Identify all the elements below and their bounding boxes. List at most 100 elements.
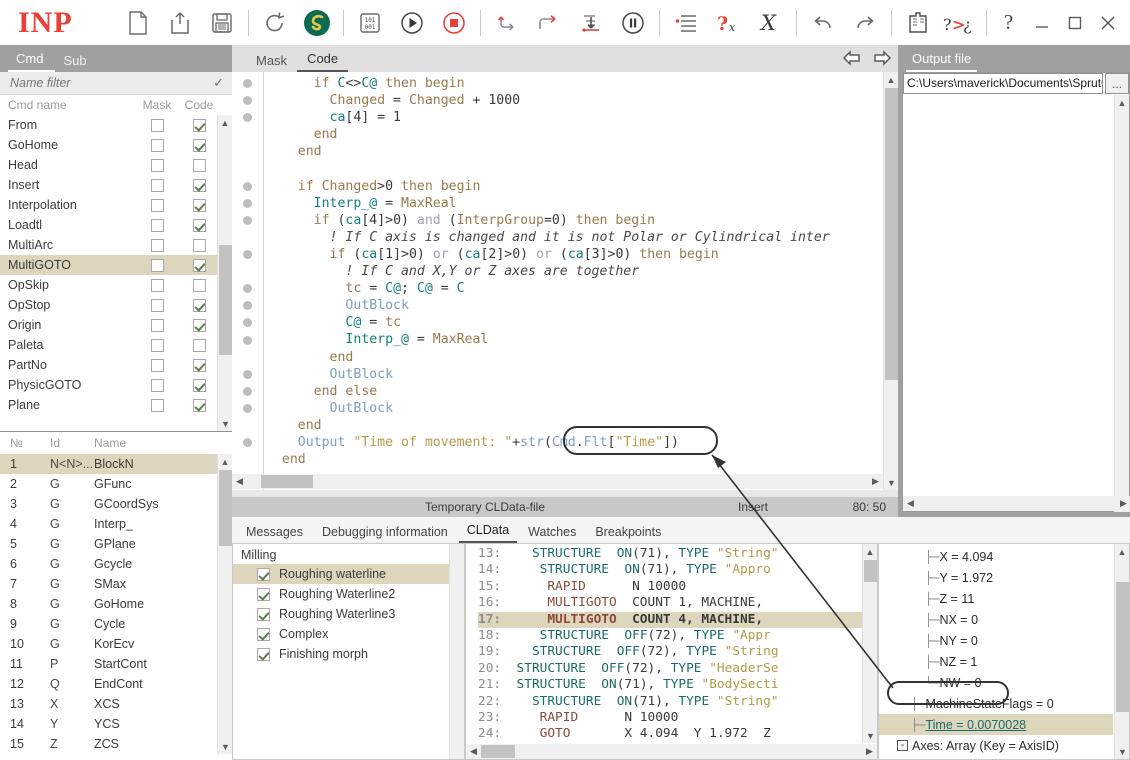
- cmd-row-code-cell[interactable]: [178, 218, 220, 232]
- tree-row[interactable]: ├─ X = 4.094: [879, 546, 1113, 567]
- cmd-row[interactable]: PartNo: [0, 355, 232, 375]
- close-button[interactable]: [1091, 2, 1124, 44]
- id-row[interactable]: 9 G Cycle: [0, 614, 232, 634]
- id-row[interactable]: 6 G Gcycle: [0, 554, 232, 574]
- operation-checkbox[interactable]: [257, 587, 270, 601]
- cmd-row-mask-cell[interactable]: [136, 398, 178, 412]
- mask-checkbox[interactable]: [150, 298, 164, 312]
- nav-back-icon[interactable]: [842, 49, 862, 72]
- cmd-row-mask-cell[interactable]: [136, 378, 178, 392]
- operation-item[interactable]: Finishing morph: [233, 644, 464, 664]
- tree-row[interactable]: ├─ Y = 1.972: [879, 567, 1113, 588]
- cmd-row-mask-cell[interactable]: [136, 318, 178, 332]
- tree-row-label[interactable]: Time = 0.0070028: [925, 718, 1026, 732]
- code-checkbox[interactable]: [192, 298, 206, 312]
- scroll-up-icon[interactable]: ▲: [1115, 544, 1129, 559]
- scroll-right-icon[interactable]: ▶: [1116, 498, 1130, 509]
- cmd-row-mask-cell[interactable]: [136, 198, 178, 212]
- cmd-row-mask-cell[interactable]: [136, 178, 178, 192]
- pause-icon[interactable]: [612, 2, 654, 44]
- operation-item[interactable]: Roughing waterline: [233, 564, 464, 584]
- output-vertical-scrollbar[interactable]: ▲ ▼: [1114, 95, 1130, 512]
- cmd-row[interactable]: Insert: [0, 175, 232, 195]
- mask-checkbox[interactable]: [150, 258, 164, 272]
- cmd-row-code-cell[interactable]: [178, 278, 220, 292]
- cldata-line[interactable]: 16: MULTIGOTO COUNT 1, MACHINE,: [478, 595, 877, 611]
- cmd-row[interactable]: Paleta: [0, 335, 232, 355]
- cmd-row[interactable]: OpSkip: [0, 275, 232, 295]
- list-icon[interactable]: [665, 2, 707, 44]
- cldata-vertical-scrollbar[interactable]: ▲ ▼: [862, 544, 877, 743]
- code-checkbox[interactable]: [192, 318, 206, 332]
- operations-scrollbar[interactable]: [449, 544, 464, 759]
- breakpoint-marker[interactable]: [243, 79, 252, 88]
- machine-icon[interactable]: [897, 2, 939, 44]
- mask-checkbox[interactable]: [150, 358, 164, 372]
- step-out-icon[interactable]: [570, 2, 612, 44]
- scroll-thumb[interactable]: [885, 88, 898, 380]
- tab-debugging-information[interactable]: Debugging information: [314, 523, 456, 543]
- tree-row[interactable]: ├─ NY = 0: [879, 630, 1113, 651]
- cmd-row-code-cell[interactable]: [178, 238, 220, 252]
- hscroll-thumb[interactable]: [481, 745, 515, 758]
- tab-mask[interactable]: Mask: [246, 51, 297, 72]
- code-checkbox[interactable]: [192, 358, 206, 372]
- scroll-down-icon[interactable]: ▼: [218, 739, 232, 754]
- code-checkbox[interactable]: [192, 398, 206, 412]
- operations-list[interactable]: Roughing waterline Roughing Waterline2 Rou…: [233, 564, 464, 664]
- tree-row[interactable]: ├─ Time = 0.0070028: [879, 714, 1113, 735]
- id-row[interactable]: 12 Q EndCont: [0, 674, 232, 694]
- scroll-thumb[interactable]: [864, 560, 877, 582]
- scroll-up-icon[interactable]: ▲: [218, 115, 232, 130]
- filter-apply-icon[interactable]: ✓: [213, 75, 224, 91]
- code-text-area[interactable]: if C<>C@ then begin Changed = Changed + …: [232, 72, 898, 490]
- breakpoint-marker[interactable]: [243, 181, 252, 191]
- id-list-scrollbar[interactable]: ▲ ▼: [217, 454, 232, 754]
- browse-button[interactable]: ...: [1105, 73, 1129, 94]
- cmd-row-code-cell[interactable]: [178, 378, 220, 392]
- cmd-row-mask-cell[interactable]: [136, 138, 178, 152]
- breakpoint-marker[interactable]: [243, 215, 252, 225]
- code-horizontal-scrollbar[interactable]: ◀ ▶: [232, 474, 883, 489]
- cmd-row[interactable]: PhysicGOTO: [0, 375, 232, 395]
- cmd-row[interactable]: GoHome: [0, 135, 232, 155]
- code-source[interactable]: if C<>C@ then begin Changed = Changed + …: [266, 75, 898, 468]
- cldata-line[interactable]: 21: STRUCTURE ON(71), TYPE "BodySecti: [478, 677, 877, 693]
- redo-icon[interactable]: [844, 2, 886, 44]
- tree-row[interactable]: ├─ Z = 11: [879, 588, 1113, 609]
- tab-output-file[interactable]: Output file: [906, 49, 978, 72]
- operation-checkbox[interactable]: [257, 607, 270, 621]
- cldata-line[interactable]: 22: STRUCTURE ON(71), TYPE "String": [478, 694, 877, 710]
- id-row[interactable]: 7 G SMax: [0, 574, 232, 594]
- mask-checkbox[interactable]: [150, 158, 164, 172]
- cmd-row-mask-cell[interactable]: [136, 158, 178, 172]
- cmd-row[interactable]: Loadtl: [0, 215, 232, 235]
- cmd-list[interactable]: ▲ ▼ From GoHome Head Insert Interpolation Loa…: [0, 115, 232, 431]
- sprutcam-logo-icon[interactable]: [296, 2, 338, 44]
- breakpoint-marker[interactable]: [243, 335, 252, 345]
- function-icon[interactable]: X: [749, 2, 791, 44]
- cmd-row[interactable]: Head: [0, 155, 232, 175]
- cldata-pane[interactable]: 13: STRUCTURE ON(71), TYPE "String" 14: S…: [465, 543, 878, 760]
- scroll-right-icon[interactable]: ▶: [862, 746, 877, 757]
- cmd-row-code-cell[interactable]: [178, 258, 220, 272]
- scroll-left-icon[interactable]: ◀: [232, 476, 247, 487]
- code-checkbox[interactable]: [192, 158, 206, 172]
- cmd-row-mask-cell[interactable]: [136, 298, 178, 312]
- id-row[interactable]: 15 Z ZCS: [0, 734, 232, 754]
- cldata-line[interactable]: 24: GOTO X 4.094 Y 1.972 Z: [478, 726, 877, 742]
- id-row[interactable]: 14 Y YCS: [0, 714, 232, 734]
- operation-checkbox[interactable]: [257, 567, 270, 581]
- id-row[interactable]: 10 G KorEcv: [0, 634, 232, 654]
- tree-row[interactable]: -Axis: [879, 756, 1113, 759]
- cldata-line[interactable]: 15: RAPID N 10000: [478, 579, 877, 595]
- id-row[interactable]: 1 N<N>... BlockN: [0, 454, 232, 474]
- operations-pane[interactable]: Milling Roughing waterline Roughing Water…: [232, 543, 465, 760]
- id-row[interactable]: 8 G GoHome: [0, 594, 232, 614]
- code-checkbox[interactable]: [192, 178, 206, 192]
- scroll-thumb[interactable]: [219, 470, 232, 546]
- scroll-up-icon[interactable]: ▲: [1115, 95, 1129, 110]
- cmd-row-mask-cell[interactable]: [136, 338, 178, 352]
- scroll-up-icon[interactable]: ▲: [884, 72, 898, 87]
- code-checkbox[interactable]: [192, 138, 206, 152]
